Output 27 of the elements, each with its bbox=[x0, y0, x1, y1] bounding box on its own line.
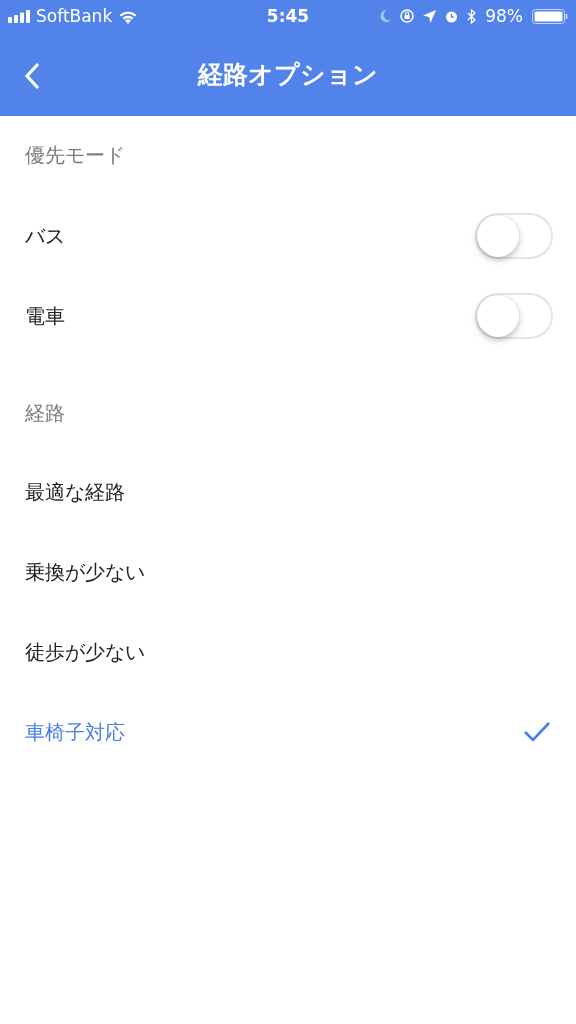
back-icon bbox=[24, 62, 40, 90]
signal-icon bbox=[8, 9, 30, 23]
alarm-icon bbox=[445, 9, 459, 23]
section-heading: 経路 bbox=[24, 400, 66, 427]
battery-percent: 98% bbox=[485, 6, 523, 26]
toggle-switch[interactable] bbox=[475, 293, 553, 339]
screen-title: 経路オプション bbox=[198, 58, 378, 91]
route-option[interactable]: 車椅子対応 bbox=[0, 692, 576, 772]
option-label: 車椅子対応 bbox=[25, 718, 125, 746]
toggle-switch[interactable] bbox=[475, 213, 553, 259]
battery-icon bbox=[532, 8, 568, 24]
checkmark-icon bbox=[523, 721, 551, 743]
option-label: 最適な経路 bbox=[25, 478, 125, 506]
toggle-label: バス bbox=[25, 222, 65, 250]
moon-icon bbox=[380, 10, 392, 22]
route-option[interactable]: 徒歩が少ない bbox=[0, 612, 576, 692]
section-heading: 優先モード bbox=[24, 142, 126, 169]
rotation-lock-icon bbox=[400, 9, 415, 23]
location-icon bbox=[423, 9, 437, 23]
bluetooth-icon bbox=[467, 8, 477, 24]
option-label: 徒歩が少ない bbox=[25, 638, 145, 666]
route-option[interactable]: 乗換が少ない bbox=[0, 532, 576, 612]
route-option[interactable]: 最適な経路 bbox=[0, 452, 576, 532]
option-label: 乗換が少ない bbox=[25, 558, 145, 586]
toggle-label: 電車 bbox=[25, 302, 65, 330]
carrier-name: SoftBank bbox=[36, 6, 113, 26]
clock-time: 5:45 bbox=[266, 6, 310, 26]
